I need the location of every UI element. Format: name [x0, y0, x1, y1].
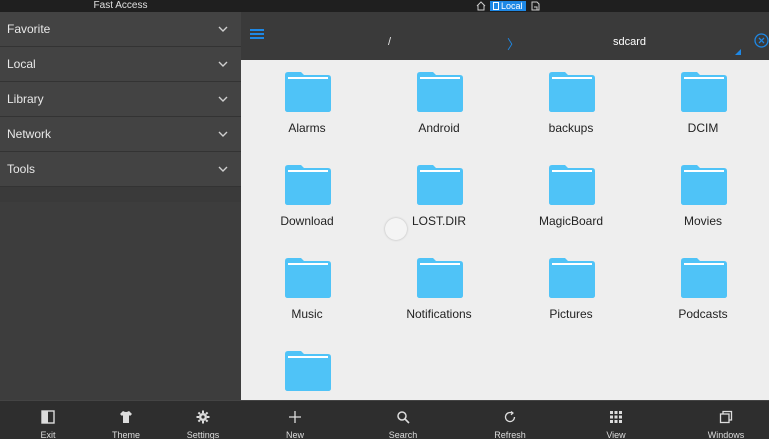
folder-icon — [681, 258, 727, 298]
chevron-down-icon — [218, 96, 228, 102]
exit-button[interactable]: Exit — [34, 401, 62, 439]
file-item[interactable]: Download — [241, 153, 373, 243]
folder-icon — [549, 72, 595, 112]
sidebar-item-label: Network — [7, 127, 52, 141]
path-separator: 〉 — [507, 37, 521, 52]
sidebar-item-local[interactable]: Local — [0, 47, 241, 82]
phone-icon — [493, 2, 499, 10]
file-item[interactable]: Pictures — [505, 246, 637, 336]
windows-label: Windows — [707, 430, 745, 439]
settings-button[interactable]: Settings — [184, 401, 222, 439]
file-name: Movies — [683, 214, 722, 228]
file-item[interactable]: Android — [373, 60, 505, 150]
file-item[interactable]: Podcasts — [637, 246, 769, 336]
path-current-segment[interactable]: sdcard — [613, 36, 646, 48]
file-item[interactable]: Alarms — [241, 60, 373, 150]
path-bar: / 〉 sdcard — [241, 12, 769, 60]
local-chip-label: Local — [501, 1, 523, 11]
new-button[interactable]: New — [280, 401, 310, 439]
path-root-segment[interactable]: / — [388, 36, 391, 48]
file-item[interactable]: Notifications — [373, 246, 505, 336]
folder-icon — [417, 165, 463, 205]
folder-icon — [285, 351, 331, 391]
file-grid: Alarms Android backups DCIM Download LOST.DIR… — [241, 60, 769, 400]
folder-icon — [417, 258, 463, 298]
folder-icon — [681, 165, 727, 205]
file-item[interactable]: Music — [241, 246, 373, 336]
plus-icon — [289, 411, 301, 423]
menu-icon[interactable] — [250, 28, 264, 40]
sidebar-item-tools[interactable]: Tools — [0, 152, 241, 187]
sidebar-item-label: Library — [7, 92, 44, 106]
refresh-icon — [504, 411, 516, 423]
sidebar-item-label: Tools — [7, 162, 36, 176]
view-label: View — [606, 430, 626, 439]
file-item[interactable]: DCIM — [637, 60, 769, 150]
loading-spinner — [385, 218, 407, 240]
sdcard-icon[interactable] — [530, 1, 540, 11]
file-name: backups — [548, 121, 594, 135]
chevron-down-icon — [218, 61, 228, 67]
search-label: Search — [388, 430, 418, 439]
sidebar-item-library[interactable]: Library — [0, 82, 241, 117]
grid-view-icon — [610, 411, 622, 423]
file-item[interactable]: Movies — [637, 153, 769, 243]
file-name: Pictures — [549, 307, 593, 321]
file-name: Download — [280, 214, 334, 228]
close-icon[interactable] — [754, 33, 769, 48]
exit-label: Exit — [40, 430, 56, 439]
shirt-icon — [120, 411, 132, 423]
sidebar-item-network[interactable]: Network — [0, 117, 241, 152]
file-name: Notifications — [406, 307, 472, 321]
sidebar-item-label: Local — [7, 57, 36, 71]
file-item[interactable]: MagicBoard — [505, 153, 637, 243]
file-name: Alarms — [288, 121, 326, 135]
view-button[interactable]: View — [603, 401, 629, 439]
sidebar-item-favorite[interactable]: Favorite — [0, 12, 241, 47]
new-label: New — [285, 430, 304, 439]
exit-icon — [41, 410, 55, 424]
file-name: Music — [291, 307, 323, 321]
refresh-label: Refresh — [494, 430, 526, 439]
windows-button[interactable]: Windows — [704, 401, 748, 439]
home-icon[interactable] — [476, 1, 486, 11]
folder-icon — [417, 72, 463, 112]
search-button[interactable]: Search — [386, 401, 420, 439]
folder-icon — [549, 165, 595, 205]
chevron-down-icon — [218, 131, 228, 137]
folder-icon — [285, 165, 331, 205]
sidebar-empty-area — [0, 202, 241, 400]
local-storage-chip[interactable]: Local — [490, 1, 526, 11]
chevron-down-icon — [218, 26, 228, 32]
sidebar: Fast Access Favorite Local Library Netwo… — [0, 0, 241, 439]
refresh-button[interactable]: Refresh — [491, 401, 529, 439]
chevron-down-icon — [218, 166, 228, 172]
sidebar-item-label: Favorite — [7, 22, 51, 36]
windows-icon — [719, 410, 733, 424]
sidebar-title: Fast Access — [0, 0, 241, 12]
file-name: DCIM — [687, 121, 719, 135]
file-name: MagicBoard — [538, 214, 604, 228]
theme-label: Theme — [111, 430, 140, 439]
gear-icon — [196, 410, 210, 424]
status-center: Local — [476, 0, 540, 12]
folder-icon — [681, 72, 727, 112]
file-name: Android — [418, 121, 460, 135]
file-item[interactable]: backups — [505, 60, 637, 150]
settings-label: Settings — [186, 430, 220, 439]
folder-icon — [285, 258, 331, 298]
search-icon — [397, 411, 410, 424]
theme-button[interactable]: Theme — [108, 401, 144, 439]
bottom-toolbar: Exit Theme Settings New Search Refresh V… — [0, 400, 769, 439]
file-name: Podcasts — [678, 307, 728, 321]
path-dropdown-indicator[interactable] — [735, 49, 741, 55]
folder-icon — [549, 258, 595, 298]
folder-icon — [285, 72, 331, 112]
status-bar: Local — [241, 0, 769, 12]
